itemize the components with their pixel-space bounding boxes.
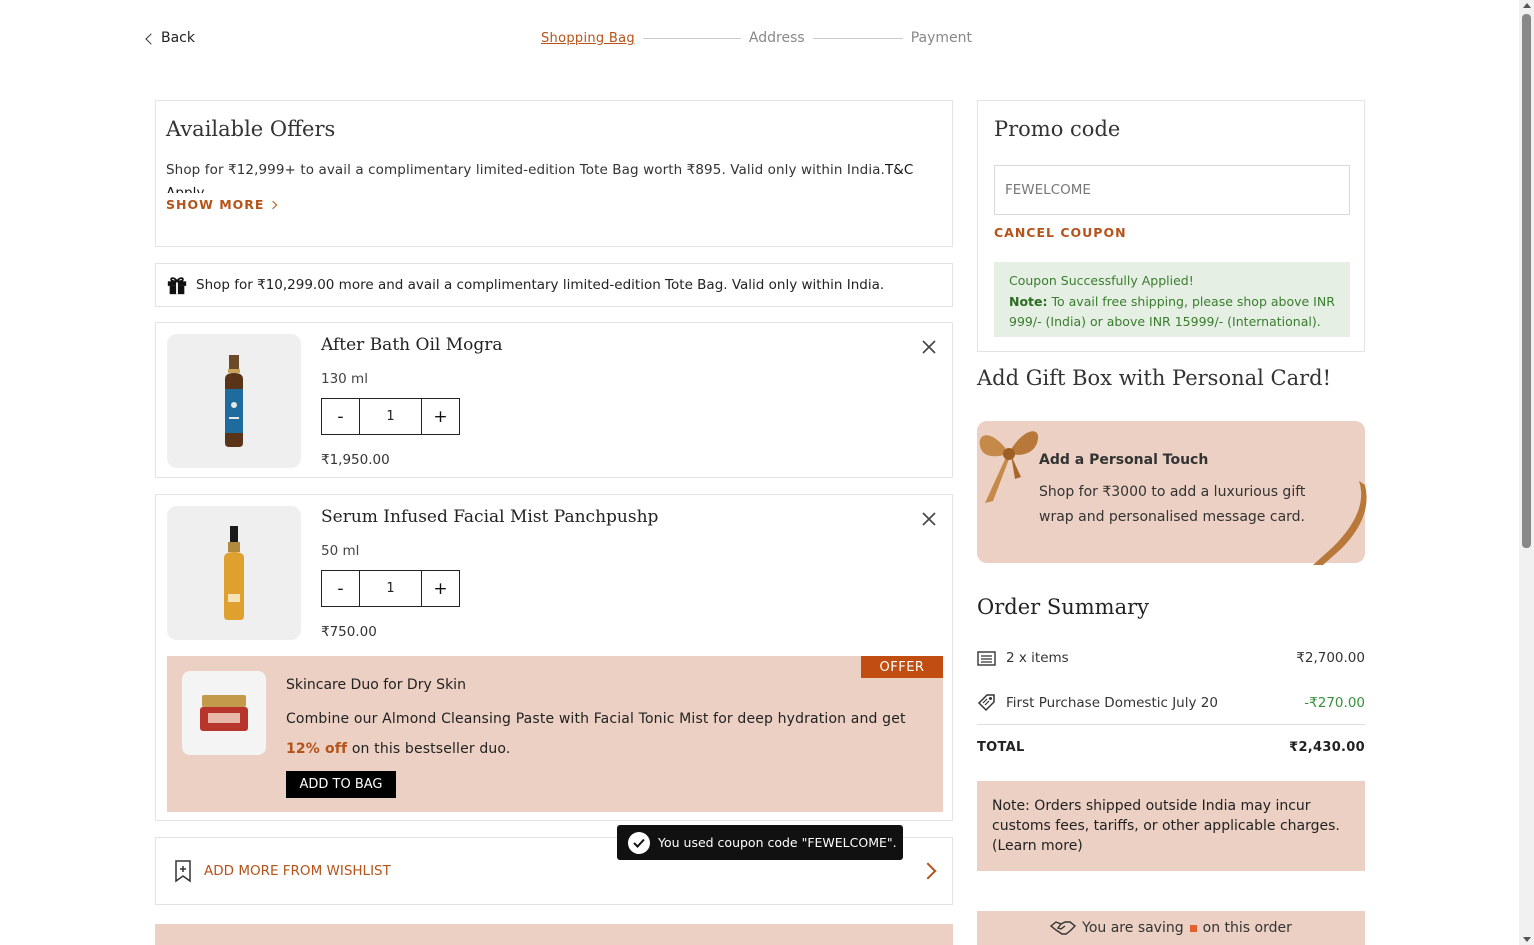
close-icon[interactable]: [921, 511, 937, 527]
step-divider: [812, 37, 903, 39]
close-icon[interactable]: [921, 339, 937, 355]
cart-item: After Bath Oil Mogra 130 ml - + ₹1,950.0…: [155, 322, 953, 478]
chevron-left-icon: [145, 32, 157, 45]
product-price: ₹750.00: [321, 624, 377, 640]
discount-label: First Purchase Domestic July 20: [1006, 694, 1218, 711]
product-size: 130 ml: [321, 371, 368, 387]
gift-box-heading: Add Gift Box with Personal Card!: [977, 366, 1332, 390]
note-label: Note:: [1009, 293, 1048, 309]
qty-input[interactable]: [360, 398, 421, 435]
bookmark-icon: [175, 860, 191, 883]
step-divider: [642, 37, 741, 39]
bottle-image: [225, 355, 243, 447]
increase-qty-button[interactable]: +: [421, 398, 460, 435]
tote-bag-progress: Shop for ₹10,299.00 more and avail a com…: [155, 263, 953, 307]
quantity-stepper: - +: [321, 570, 460, 607]
product-name[interactable]: After Bath Oil Mogra: [321, 335, 503, 355]
scrollbar[interactable]: [1519, 0, 1534, 945]
step-address: Address: [748, 30, 805, 46]
bottom-banner: [155, 924, 953, 945]
gift-icon: [167, 277, 187, 295]
decrease-qty-button[interactable]: -: [321, 398, 360, 435]
quantity-stepper: - +: [321, 398, 460, 435]
saving-after: on this order: [1202, 920, 1292, 936]
product-price: ₹1,950.00: [321, 452, 390, 468]
product-size: 50 ml: [321, 543, 360, 559]
gift-description: Shop for ₹3000 to add a luxurious gift w…: [1039, 484, 1306, 525]
promo-code-panel: Promo code CANCEL COUPON Coupon Successf…: [977, 100, 1365, 352]
order-summary-heading: Order Summary: [977, 595, 1149, 619]
offers-text-body: Shop for ₹12,999+ to avail a complimenta…: [166, 162, 885, 178]
list-icon: [977, 650, 996, 666]
chevron-right-icon: [269, 200, 278, 209]
decrease-qty-button[interactable]: -: [321, 570, 360, 607]
scroll-thumb[interactable]: [1522, 14, 1531, 548]
summary-total-row: TOTAL ₹2,430.00: [977, 740, 1365, 755]
discount-value: -₹270.00: [1304, 694, 1365, 711]
step-shopping-bag[interactable]: Shopping Bag: [541, 31, 635, 46]
scroll-down-icon[interactable]: [1523, 937, 1531, 942]
shipping-note: Note: To avail free shipping, please sho…: [1009, 292, 1335, 333]
saving-amount-marker: [1189, 924, 1197, 932]
chevron-right-icon: [919, 862, 937, 880]
toast-text: You used coupon code "FEWELCOME".: [658, 835, 897, 850]
gift-card[interactable]: Add a Personal Touch Shop for ₹3000 to a…: [977, 421, 1367, 565]
offer-description: Combine our Almond Cleansing Paste with …: [286, 704, 926, 764]
offer-product-image: [182, 671, 266, 755]
checkout-steps: Shopping Bag Address Payment: [541, 30, 972, 46]
items-value: ₹2,700.00: [1296, 650, 1365, 666]
cart-item: Serum Infused Facial Mist Panchpushp 50 …: [155, 494, 953, 821]
product-name[interactable]: Serum Infused Facial Mist Panchpushp: [321, 507, 658, 527]
available-offers-panel: Available Offers Shop for ₹12,999+ to av…: [155, 100, 953, 247]
offers-title: Available Offers: [166, 117, 336, 141]
summary-divider: [977, 724, 1365, 725]
bow-icon: [979, 431, 1039, 503]
increase-qty-button[interactable]: +: [421, 570, 460, 607]
offer-percent: 12% off: [286, 741, 348, 757]
jar-image: [200, 695, 248, 731]
promo-title: Promo code: [994, 117, 1121, 141]
back-button[interactable]: Back: [145, 30, 195, 46]
wishlist-label: ADD MORE FROM WISHLIST: [204, 863, 391, 879]
offer-desc-b: on this bestseller duo.: [351, 741, 511, 757]
qty-input[interactable]: [360, 570, 421, 607]
offers-text: Shop for ₹12,999+ to avail a complimenta…: [166, 159, 942, 193]
product-image[interactable]: [167, 334, 301, 468]
toast-notification: You used coupon code "FEWELCOME".: [617, 825, 903, 860]
add-to-bag-button[interactable]: ADD TO BAG: [286, 771, 396, 798]
show-more-label: SHOW MORE: [166, 197, 265, 212]
note-text: To avail free shipping, please shop abov…: [1009, 293, 1335, 330]
handshake-icon: [1050, 921, 1077, 935]
coupon-success-message: Coupon Successfully Applied! Note: To av…: [994, 262, 1350, 337]
tote-strip-text: Shop for ₹10,299.00 more and avail a com…: [196, 277, 885, 293]
check-icon: [628, 831, 650, 854]
cancel-coupon-button[interactable]: CANCEL COUPON: [994, 225, 1127, 240]
bottle-image: [224, 526, 244, 620]
tag-icon: [977, 694, 995, 712]
items-label: 2 x items: [1006, 650, 1069, 666]
summary-discount-row: First Purchase Domestic July 20 -₹270.00: [977, 693, 1365, 712]
product-image[interactable]: [167, 506, 301, 640]
gift-title: Add a Personal Touch: [1039, 452, 1209, 468]
offer-card: OFFER Skincare Duo for Dry Skin Combine …: [167, 656, 943, 812]
international-note: Note: Orders shipped outside India may i…: [977, 781, 1365, 871]
offer-desc-a: Combine our Almond Cleansing Paste with …: [286, 711, 906, 727]
back-label: Back: [161, 30, 195, 46]
total-value: ₹2,430.00: [1289, 740, 1365, 755]
savings-banner: You are saving on this order: [977, 911, 1365, 945]
success-text: Coupon Successfully Applied!: [1009, 273, 1194, 288]
saving-before: You are saving: [1082, 920, 1184, 936]
promo-code-input[interactable]: [994, 165, 1350, 215]
scroll-up-icon[interactable]: [1523, 3, 1531, 8]
offer-title: Skincare Duo for Dry Skin: [286, 677, 466, 693]
show-more-button[interactable]: SHOW MORE: [166, 197, 278, 212]
summary-items-row: 2 x items ₹2,700.00: [977, 650, 1365, 666]
total-label: TOTAL: [977, 740, 1025, 755]
offer-badge: OFFER: [861, 656, 943, 678]
step-payment: Payment: [910, 30, 972, 46]
